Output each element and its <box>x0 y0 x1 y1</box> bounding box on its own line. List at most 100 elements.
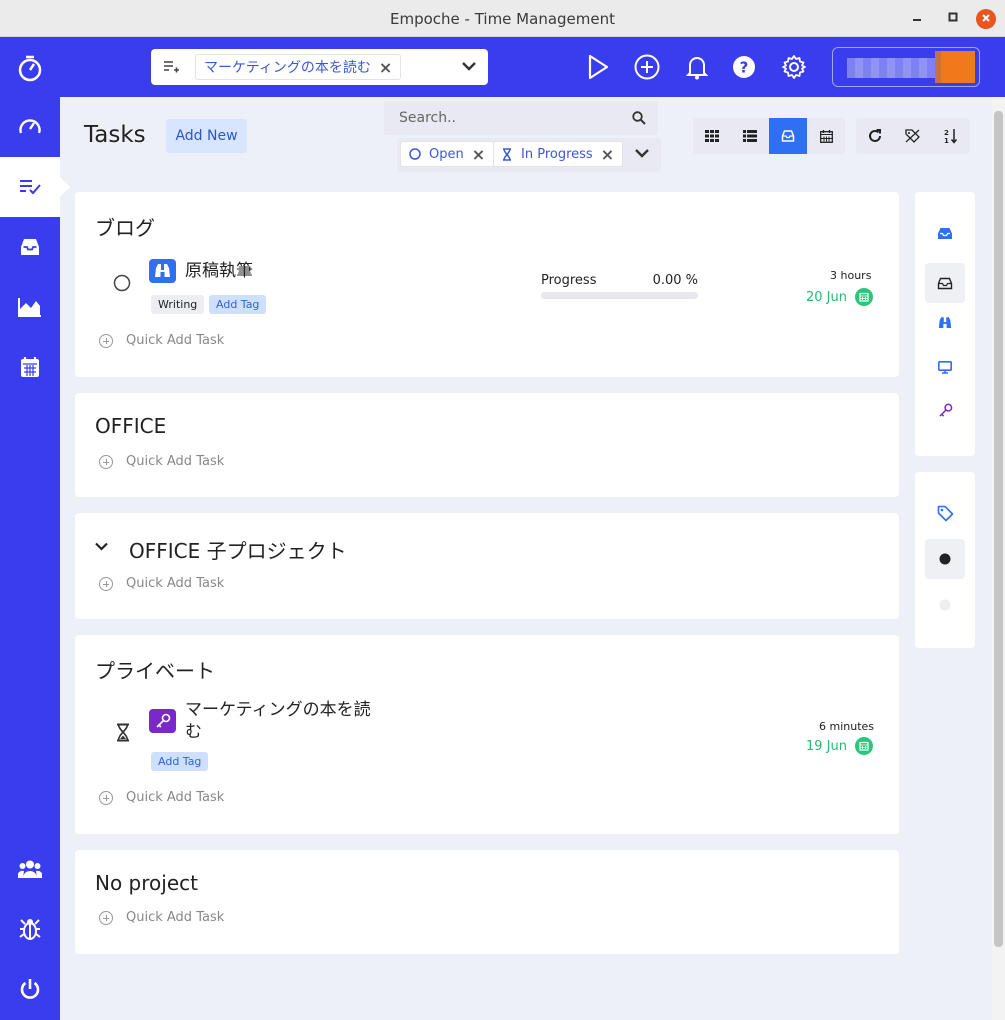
notifications-button[interactable] <box>681 51 713 83</box>
close-button[interactable] <box>976 9 996 29</box>
app-bar: マーケティングの本を読む × ? <box>0 37 1005 97</box>
project-filter-panel <box>915 192 975 456</box>
tag-filter-all[interactable] <box>925 493 965 533</box>
svg-text:?: ? <box>740 59 749 77</box>
user-account-button[interactable] <box>832 47 980 87</box>
task-due-date[interactable]: 20 Jun <box>806 288 873 306</box>
sidebar-item-bug-report[interactable] <box>0 899 60 959</box>
task-duration: 6 minutes <box>819 720 875 733</box>
task-tag[interactable]: Writing <box>151 295 205 314</box>
sidebar-item-tasks[interactable] <box>0 157 70 217</box>
settings-button[interactable] <box>778 51 810 83</box>
selected-task-chip[interactable]: マーケティングの本を読む × <box>195 54 402 80</box>
search-box <box>384 101 658 135</box>
app-logo[interactable] <box>14 53 46 83</box>
hide-tags-button[interactable] <box>894 118 932 154</box>
filter-chip-open[interactable]: Open × <box>400 141 495 167</box>
sidebar-item-logout[interactable] <box>0 959 60 1019</box>
refresh-button[interactable] <box>856 118 894 154</box>
sort-button[interactable]: 21 <box>932 118 970 154</box>
filter-chevron-down-icon[interactable] <box>635 148 649 158</box>
project-filter-blog[interactable] <box>925 303 965 343</box>
task-category-icon <box>149 259 176 283</box>
project-filter-private[interactable] <box>925 390 965 430</box>
task-actions-group: 21 <box>856 118 970 154</box>
add-tag-button[interactable]: Add Tag <box>151 752 209 771</box>
project-card: No project Quick Add Task <box>75 850 899 954</box>
quick-add-task[interactable]: Quick Add Task <box>99 333 224 348</box>
quick-add-task[interactable]: Quick Add Task <box>99 790 224 805</box>
remove-filter-open-icon[interactable]: × <box>472 145 485 164</box>
inbox-icon <box>938 227 952 239</box>
circle-icon <box>409 148 421 160</box>
add-tag-button[interactable]: Add Tag <box>209 295 267 314</box>
scrollbar-thumb[interactable] <box>994 111 1003 947</box>
project-card: プライベート マーケティングの本を読 む Add Tag 6 minutes 1… <box>75 635 899 834</box>
quick-add-task[interactable]: Quick Add Task <box>99 910 224 925</box>
sidebar-item-dashboard[interactable] <box>0 97 60 157</box>
sidebar-item-inbox[interactable] <box>0 217 60 277</box>
start-timer-button[interactable] <box>582 51 614 83</box>
sidebar-item-reports[interactable] <box>0 277 60 337</box>
project-title: OFFICE 子プロジェクト <box>129 539 347 563</box>
tag-color-dot-icon <box>939 553 951 565</box>
add-entry-button[interactable] <box>631 51 663 83</box>
sidebar-item-team[interactable] <box>0 839 60 899</box>
view-calendar-button[interactable] <box>807 118 845 154</box>
desktop-icon <box>938 360 952 374</box>
sidebar-item-calendar[interactable] <box>0 337 60 397</box>
filter-open-label: Open <box>429 146 464 162</box>
plus-circle-icon <box>99 333 113 348</box>
avatar <box>935 51 975 83</box>
minimize-button[interactable] <box>907 9 927 29</box>
collapse-chevron-icon[interactable] <box>95 542 108 551</box>
due-date-label: 20 Jun <box>806 289 847 305</box>
close-icon <box>982 14 990 22</box>
project-title: No project <box>95 871 198 895</box>
project-filter-office[interactable] <box>925 347 965 387</box>
task-name[interactable]: マーケティングの本を読 む <box>185 699 371 743</box>
search-icon[interactable] <box>632 111 646 125</box>
task-status-in-progress-icon[interactable] <box>116 723 130 742</box>
plus-circle-icon <box>99 790 113 805</box>
view-project-button[interactable] <box>769 118 807 154</box>
filter-chip-in-progress[interactable]: In Progress × <box>493 141 624 167</box>
project-card: OFFICE 子プロジェクト Quick Add Task <box>75 513 899 619</box>
binoculars-icon <box>938 317 952 328</box>
task-due-date[interactable]: 19 Jun <box>806 737 873 755</box>
project-card: ブログ 原稿執筆 Writing Add Tag Progress 0.00 %… <box>75 192 899 377</box>
chevron-down-icon[interactable] <box>462 61 476 71</box>
remove-selected-task-icon[interactable]: × <box>379 58 392 77</box>
project-card: OFFICE Quick Add Task <box>75 393 899 497</box>
user-name-redacted <box>847 58 937 78</box>
list-icon <box>743 130 757 142</box>
task-category-icon <box>149 709 176 733</box>
project-filter-all[interactable] <box>925 213 965 253</box>
add-new-button[interactable]: Add New <box>166 119 247 153</box>
quick-add-task[interactable]: Quick Add Task <box>99 454 224 469</box>
inbox-outline-icon <box>937 277 953 289</box>
task-name[interactable]: 原稿執筆 <box>185 260 253 282</box>
maximize-button[interactable] <box>943 9 963 29</box>
calendar-icon <box>21 357 39 377</box>
search-input[interactable] <box>384 101 624 135</box>
active-task-select[interactable]: マーケティングの本を読む × <box>151 49 488 85</box>
task-status-open-icon[interactable] <box>113 274 131 292</box>
help-button[interactable]: ? <box>728 51 760 83</box>
calendar-view-icon <box>819 129 833 143</box>
sort-icon: 21 <box>944 129 958 144</box>
minimize-icon <box>913 19 921 21</box>
tag-filter-writing[interactable] <box>925 539 965 579</box>
window-title: Empoche - Time Management <box>389 10 615 28</box>
remove-filter-in-progress-icon[interactable]: × <box>601 145 614 164</box>
view-grid-button[interactable] <box>693 118 731 154</box>
calendar-icon <box>855 288 873 306</box>
task-name-line: む <box>185 722 202 742</box>
project-filter-none[interactable] <box>925 263 965 303</box>
quick-add-label: Quick Add Task <box>126 333 225 348</box>
tag-filter-untagged[interactable] <box>925 585 965 625</box>
quick-add-task[interactable]: Quick Add Task <box>99 576 224 591</box>
view-list-button[interactable] <box>731 118 769 154</box>
main-scrollbar[interactable] <box>992 97 1005 1020</box>
plus-circle-icon <box>99 910 113 925</box>
